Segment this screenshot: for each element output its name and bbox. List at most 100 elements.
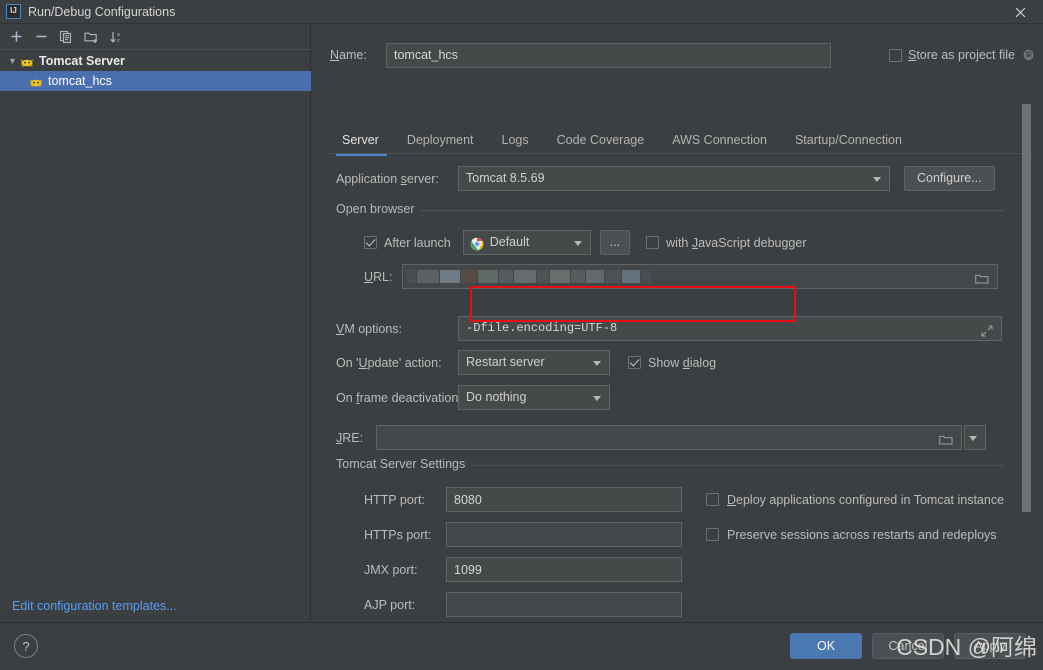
browse-browser-button[interactable]: ...: [599, 230, 631, 255]
group-separator: [336, 210, 1004, 211]
store-as-project-file-label: Store as project file: [907, 48, 1015, 62]
ok-button[interactable]: OK: [790, 633, 862, 659]
application-server-label: Application server:: [336, 171, 439, 186]
chrome-icon: [470, 236, 484, 250]
name-input[interactable]: [386, 42, 831, 68]
svg-text:z: z: [117, 38, 120, 44]
vm-options-value: -Dfile.encoding=UTF-8: [466, 321, 618, 335]
store-as-project-file-checkbox[interactable]: [888, 48, 902, 62]
show-dialog-checkbox[interactable]: [628, 356, 641, 369]
after-launch-checkbox[interactable]: [364, 236, 377, 249]
chevron-down-icon[interactable]: ▼: [6, 56, 19, 66]
tab-code-coverage[interactable]: Code Coverage: [543, 126, 659, 154]
open-browser-group: Open browser After launch Default ... wi…: [336, 202, 1004, 302]
help-button[interactable]: ?: [14, 634, 38, 658]
chevron-down-icon: [573, 240, 582, 246]
on-update-action-combo[interactable]: Restart server: [458, 350, 610, 375]
configurations-tree[interactable]: ▼ Tomcat Server tomcat_hcs: [0, 51, 311, 591]
store-as-project-file-row[interactable]: Store as project file: [888, 42, 1035, 68]
folder-icon[interactable]: [975, 270, 989, 284]
chevron-down-icon: [873, 176, 881, 182]
window-title: Run/Debug Configurations: [28, 4, 176, 19]
open-browser-group-title: Open browser: [336, 202, 421, 216]
show-dialog-label: Show dialog: [648, 355, 717, 370]
http-port-input[interactable]: [446, 487, 682, 512]
apply-button[interactable]: Apply: [954, 633, 1026, 659]
url-input[interactable]: [402, 264, 998, 289]
browser-select[interactable]: Default: [462, 230, 591, 255]
chevron-down-icon: [969, 435, 977, 441]
title-bar: Run/Debug Configurations: [0, 0, 1043, 24]
with-javascript-debugger-label: with JavaScript debugger: [666, 235, 807, 250]
url-row: URL:: [364, 264, 1000, 289]
jre-dropdown-button[interactable]: [964, 425, 986, 450]
tomcat-icon: [28, 74, 44, 89]
with-javascript-debugger-checkbox[interactable]: [646, 236, 660, 249]
on-frame-deactivation-row: On frame deactivation: Do nothing: [336, 385, 610, 410]
tomcat-settings-group-title: Tomcat Server Settings: [336, 457, 472, 471]
chevron-down-icon: [593, 360, 601, 366]
url-redacted-content: [403, 265, 997, 288]
https-port-row: HTTPs port: Preserve sessions across res…: [364, 522, 997, 547]
on-frame-deactivation-combo[interactable]: Do nothing: [458, 385, 610, 410]
tomcat-server-settings-group: Tomcat Server Settings HTTP port: Deploy…: [336, 457, 1004, 635]
jmx-port-row: JMX port:: [364, 557, 682, 582]
expand-icon[interactable]: [981, 323, 993, 337]
jmx-port-label: JMX port:: [364, 562, 418, 577]
browser-value: Default: [489, 235, 530, 249]
after-launch-row: After launch Default ... with JavaScript…: [364, 230, 807, 255]
after-launch-label: After launch: [384, 235, 451, 250]
tree-group-label: Tomcat Server: [39, 54, 125, 68]
configurations-toolbar: a z: [0, 24, 311, 50]
tree-group-tomcat-server[interactable]: ▼ Tomcat Server: [0, 51, 311, 71]
sort-alpha-icon[interactable]: a z: [105, 26, 127, 48]
on-update-action-value: Restart server: [466, 355, 545, 369]
vm-options-label: VM options:: [336, 321, 403, 336]
on-frame-deactivation-label: On frame deactivation:: [336, 390, 462, 405]
tree-item-tomcat-hcs[interactable]: tomcat_hcs: [0, 71, 311, 91]
vm-options-input[interactable]: -Dfile.encoding=UTF-8: [458, 316, 1002, 341]
on-update-action-row: On 'Update' action: Restart server Show …: [336, 350, 716, 375]
configure-button[interactable]: Configure...: [904, 166, 995, 191]
url-label: URL:: [364, 269, 393, 284]
application-server-row: Application server: Tomcat 8.5.69 Config…: [336, 166, 995, 191]
run-debug-configurations-dialog: Run/Debug Configurations: [0, 0, 1043, 670]
tab-startup-connection[interactable]: Startup/Connection: [781, 126, 916, 154]
tabs-separator: [330, 153, 1033, 154]
tab-deployment[interactable]: Deployment: [393, 126, 488, 154]
http-port-label: HTTP port:: [364, 492, 425, 507]
application-server-combo[interactable]: Tomcat 8.5.69: [458, 166, 890, 191]
editor-tabs[interactable]: Server Deployment Logs Code Coverage AWS…: [330, 124, 1033, 156]
ajp-port-label: AJP port:: [364, 597, 416, 612]
tomcat-icon: [19, 54, 35, 69]
add-configuration-button[interactable]: [5, 26, 27, 48]
preserve-sessions-checkbox[interactable]: [706, 528, 719, 541]
gear-icon[interactable]: [1021, 48, 1035, 62]
remove-configuration-button[interactable]: [30, 26, 52, 48]
folder-icon[interactable]: [939, 431, 953, 445]
tab-server[interactable]: Server: [330, 126, 393, 156]
cancel-button[interactable]: Cancel: [872, 633, 944, 659]
configuration-editor-panel: Name: Store as project file Server Deplo…: [312, 24, 1043, 621]
close-icon[interactable]: [997, 0, 1043, 24]
tab-aws-connection[interactable]: AWS Connection: [658, 126, 781, 154]
ajp-port-input[interactable]: [446, 592, 682, 617]
edit-configuration-templates-link[interactable]: Edit configuration templates...: [12, 599, 177, 613]
http-port-row: HTTP port: Deploy applications configure…: [364, 487, 1004, 512]
configurations-panel: a z ▼ Tomcat Server tomcat_hcs Edit conf…: [0, 24, 311, 621]
preserve-sessions-label: Preserve sessions across restarts and re…: [727, 527, 997, 542]
https-port-input[interactable]: [446, 522, 682, 547]
ajp-port-row: AJP port:: [364, 592, 682, 617]
application-server-value: Tomcat 8.5.69: [466, 171, 545, 185]
deploy-applications-checkbox[interactable]: [706, 493, 719, 506]
on-update-action-label: On 'Update' action:: [336, 355, 442, 370]
folder-add-icon[interactable]: [80, 26, 102, 48]
jre-input[interactable]: [376, 425, 962, 450]
jmx-port-input[interactable]: [446, 557, 682, 582]
jre-label: JRE:: [336, 430, 364, 445]
vertical-scrollbar[interactable]: [1022, 104, 1031, 512]
on-frame-deactivation-value: Do nothing: [466, 390, 527, 404]
name-label: Name:: [330, 48, 367, 62]
tab-logs[interactable]: Logs: [488, 126, 543, 154]
copy-configuration-button[interactable]: [55, 26, 77, 48]
